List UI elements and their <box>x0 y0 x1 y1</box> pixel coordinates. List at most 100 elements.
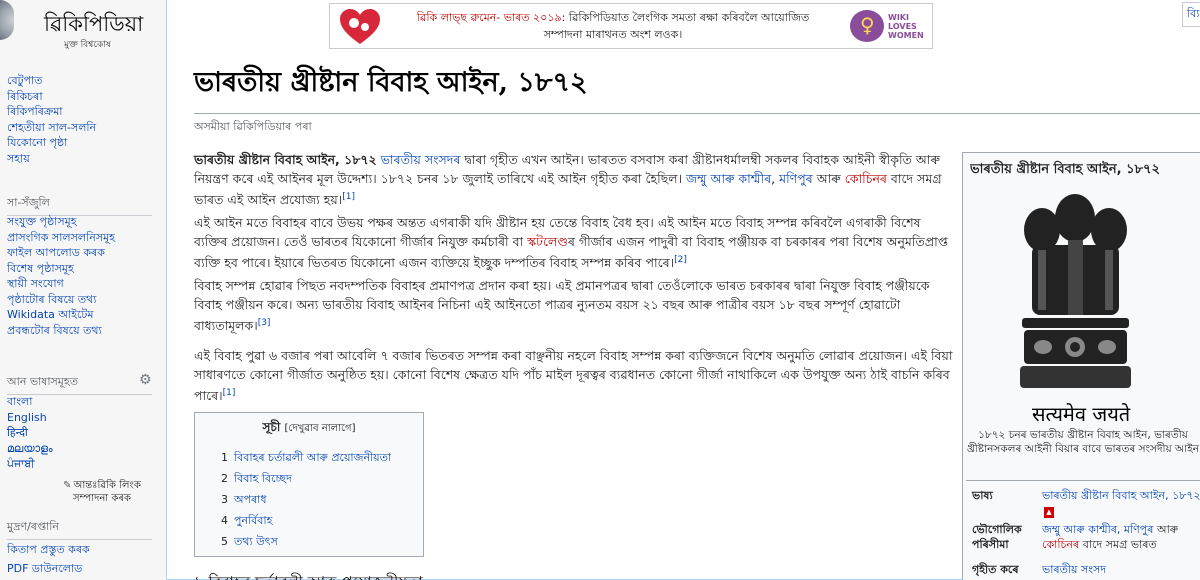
infobox-value: ভাৰতীয় সংসদ <box>1042 562 1200 577</box>
wiki-loves-women-logo: ♀ <box>850 10 884 42</box>
infobox-label: ভৌগোলিক পৰিসীমা <box>972 523 1022 551</box>
campaign-banner[interactable]: ৱিকি লাভ্‌ছ ৱুমেন- ভাৰত ২০১৯: ৱিকিপিডিয়… <box>329 3 933 49</box>
infobox-value: ভাৰতীয় খ্ৰীষ্টান বিবাহ আইন, ১৮৭২ ▲ <box>1042 488 1200 518</box>
nav-random-page[interactable]: যিকোনো পৃষ্ঠা <box>7 136 67 149</box>
reference-link[interactable]: [1] <box>342 192 355 202</box>
toc-number: 5 <box>221 535 228 548</box>
section-heading: ১ বিবাহৰ চৰ্তাৱলী আৰু প্ৰয়োজনীয়তা <box>194 571 423 580</box>
paragraph-3: বিবাহ সম্পন্ন হোৱাৰ পিছত নবদম্পতিক বিবাহ… <box>194 276 956 335</box>
toc-link[interactable]: অপৰাধ <box>234 493 267 506</box>
nav-browse[interactable]: ৰিকিচৰা <box>7 90 43 103</box>
emblem-motto: सत्यमेव जयते <box>1032 402 1131 426</box>
paragraph-text: এই বিবাহ পুৱা ৬ বজাৰ পৰা আবেলি ৭ বজাৰ ভি… <box>194 348 953 404</box>
toc-number: 3 <box>221 493 228 506</box>
banner-message: : ৱিকিপিডিয়াত লৈংগিক সমতা ৰক্ষা কৰিবলৈ … <box>543 11 810 41</box>
wikipedia-logo[interactable]: ৱিকিপিডিয়া মুক্ত বিশ্বকোষ <box>0 0 160 60</box>
banner-link[interactable]: ৱিকি লাভ্‌ছ ৱুমেন- ভাৰত ২০১৯ <box>417 11 562 24</box>
tool-page-info[interactable]: পৃষ্ঠাটোৰ বিষয়ে তথ্য <box>7 293 96 306</box>
toc-link[interactable]: বিবাহৰ চৰ্তাৱলী আৰু প্ৰয়োজনীয়তা <box>234 451 391 464</box>
link-jammu-kashmir[interactable]: জম্মু আৰু কাশ্মীৰ <box>686 171 771 186</box>
toc-item[interactable]: 3 অপৰাধ <box>221 489 417 510</box>
lang-malayalam[interactable]: മലയാളം <box>7 442 53 455</box>
toc-link[interactable]: বিবাহ বিচ্ছেদ <box>234 472 292 485</box>
languages-heading: আন ভাষাসমূহত <box>7 373 152 395</box>
tool-what-links-here[interactable]: সংযুক্ত পৃষ্ঠাসমূহ <box>7 215 77 228</box>
lang-bengali[interactable]: বাংলা <box>7 395 32 408</box>
infobox-label: ভাষ্য <box>972 489 993 502</box>
navigation-list: বেটুপাত ৰিকিচৰা ৰিকিপৰিক্ৰমা শেহতীয়া সা… <box>7 73 157 166</box>
toc-number: 1 <box>221 451 228 464</box>
sidebar: ৱিকিপিডিয়া মুক্ত বিশ্বকোষ বেটুপাত ৰিকিচ… <box>0 0 160 580</box>
heart-icon <box>340 9 380 44</box>
reference-link[interactable]: [3] <box>258 318 271 328</box>
infobox-text: আৰু <box>1153 523 1179 536</box>
gear-icon[interactable]: ⚙ <box>139 372 152 388</box>
female-symbol-icon: ♀ <box>860 13 875 37</box>
reference-link[interactable]: [1] <box>223 388 236 398</box>
toc-item[interactable]: 1 বিবাহৰ চৰ্তাৱলী আৰু প্ৰয়োজনীয়তা <box>221 447 417 468</box>
lang-english[interactable]: English <box>7 411 47 424</box>
tool-special-pages[interactable]: বিশেষ পৃষ্ঠাসমূহ <box>7 262 74 275</box>
nav-main-page[interactable]: বেটুপাত <box>7 74 43 87</box>
redlink-scotland[interactable]: স্কটলেণ্ড <box>527 234 568 249</box>
pencil-icon: ✎ <box>63 480 72 491</box>
site-subtitle: অসমীয়া ৱিকিপিডিয়াৰ পৰা <box>194 120 312 133</box>
nav-help[interactable]: সহায় <box>7 152 30 165</box>
tool-upload-file[interactable]: ফাইল আপলোড কৰক <box>7 246 105 259</box>
globe-icon <box>0 0 14 40</box>
toc-toggle[interactable]: [দেখুৱাব নালাগে] <box>285 423 356 434</box>
paragraph-4: এই বিবাহ পুৱা ৬ বজাৰ পৰা আবেলি ৭ বজাৰ ভি… <box>194 346 956 405</box>
redlink-cochin[interactable]: কোচিনৰ <box>845 171 887 186</box>
tool-wikidata-item[interactable]: Wikidata আইটেম <box>7 308 93 321</box>
enacted-by-link[interactable]: ভাৰতীয় সংসদ <box>1042 563 1106 576</box>
redlink-cochin[interactable]: কোচিনৰ <box>1042 538 1079 551</box>
paragraph-intro: ভাৰতীয় খ্ৰীষ্টান বিবাহ আইন, ১৮৭২ ভাৰতীয… <box>194 150 956 209</box>
banner-text: ৱিকি লাভ্‌ছ ৱুমেন- ভাৰত ২০১৯: ৱিকিপিডিয়… <box>398 9 828 43</box>
tool-cite-page[interactable]: প্ৰবন্ধটোৰ বিষয়ে তথ্য <box>7 324 102 337</box>
lang-punjabi[interactable]: ਪੰਜਾਬੀ <box>7 457 35 470</box>
toc-item[interactable]: 5 তথ্য উৎস <box>221 531 417 552</box>
nav-tour[interactable]: ৰিকিপৰিক্ৰমা <box>7 105 63 118</box>
edit-tab[interactable]: ব্যি <box>1182 2 1200 27</box>
toc-link[interactable]: পুনৰ্বিবাহ <box>234 514 272 527</box>
tool-permanent-link[interactable]: স্থায়ী সংযোগ <box>7 277 64 290</box>
tool-related-changes[interactable]: প্ৰাসংগিক সালসলনিসমূহ <box>7 231 115 244</box>
toc-heading: সূচী <box>262 420 281 434</box>
print-create-book[interactable]: কিতাপ প্ৰস্তুত কৰক <box>7 543 90 556</box>
paragraph-text: বিবাহ সম্পন্ন হোৱাৰ পিছত নবদম্পতিক বিবাহ… <box>194 278 930 334</box>
toc-number: 4 <box>221 514 228 527</box>
link-indian-parliament[interactable]: ভাৰতীয় সংসদৰ <box>381 152 461 167</box>
article-subject: ভাৰতীয় খ্ৰীষ্টান বিবাহ আইন, ১৮৭২ <box>194 152 377 167</box>
link-manipur[interactable]: মণিপুৰ <box>779 171 813 186</box>
print-download-pdf[interactable]: PDF ডাউনলোড <box>7 562 82 575</box>
extent-link[interactable]: জম্মু আৰু কাশ্মীৰ, মণিপুৰ <box>1042 523 1153 536</box>
toc-number: 2 <box>221 472 228 485</box>
citation-link[interactable]: ভাৰতীয় খ্ৰীষ্টান বিবাহ আইন, ১৮৭২ <box>1042 489 1200 502</box>
infobox-title: ভাৰতীয় খ্ৰীষ্টান বিবাহ আইন, ১৮৭২ <box>970 162 1160 177</box>
infobox-row-extent: ভৌগোলিক পৰিসীমা জম্মু আৰু কাশ্মীৰ, মণিপু… <box>972 522 1200 556</box>
edit-interlanguage-links[interactable]: ✎ আন্তঃৱিকি লিংক সম্পাদনা কৰক <box>52 479 152 505</box>
languages-list: বাংলা English हिन्दी മലയാളം ਪੰਜਾਬੀ <box>7 394 157 472</box>
paragraph-text: , <box>771 171 780 186</box>
toc-link[interactable]: তথ্য উৎস <box>234 535 278 548</box>
edit-links-label: আন্তঃৱিকি লিংক সম্পাদনা কৰক <box>72 480 141 504</box>
table-of-contents: সূচী [দেখুৱাব নালাগে] 1 বিবাহৰ চৰ্তাৱলী আ… <box>194 412 424 557</box>
toc-item[interactable]: 2 বিবাহ বিচ্ছেদ <box>221 468 417 489</box>
reference-link[interactable]: [2] <box>674 255 687 265</box>
logo-tagline: মুক্ত বিশ্বকোষ <box>64 40 111 50</box>
infobox-row-enacted: গৃহীত কৰে ভাৰতীয় সংসদ <box>972 562 1200 578</box>
infobox-row-citation: ভাষ্য ভাৰতীয় খ্ৰীষ্টান বিবাহ আইন, ১৮৭২ ▲ <box>972 488 1200 518</box>
state-emblem-icon <box>1020 194 1131 388</box>
tools-list: সংযুক্ত পৃষ্ঠাসমূহ প্ৰাসংগিক সালসলনিসমূহ… <box>7 214 157 338</box>
page-title: ভাৰতীয় খ্ৰীষ্টান বিবাহ আইন, ১৮৭২ <box>194 62 1200 114</box>
pdf-icon: ▲ <box>1044 507 1054 518</box>
wiki-loves-women-text: WIKI LOVES WOMEN <box>888 13 924 40</box>
tools-heading: সা-সঁজুলি <box>7 194 152 216</box>
toc-item[interactable]: 4 পুনৰ্বিবাহ <box>221 510 417 531</box>
infobox-label: গৃহীত কৰে <box>972 563 1019 576</box>
nav-recent-changes[interactable]: শেহতীয়া সাল-সলনি <box>7 121 96 134</box>
infobox-divider <box>966 480 1200 481</box>
toc-title: সূচী [দেখুৱাব নালাগে] <box>201 419 417 439</box>
paragraph-text: আৰু <box>812 171 845 186</box>
lang-hindi[interactable]: हिन्दी <box>7 426 28 439</box>
